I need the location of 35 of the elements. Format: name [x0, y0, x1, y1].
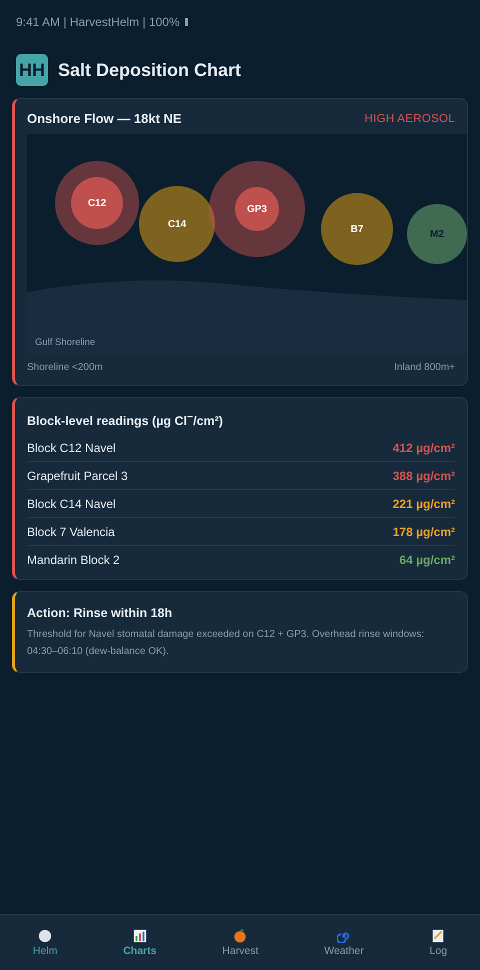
nav-tab[interactable]: Weather: [320, 928, 368, 956]
page-title: Salt Deposition Chart: [58, 60, 242, 80]
battery-icon: [184, 18, 188, 26]
reading-value: 64 µg/cm²: [399, 552, 455, 567]
bar-chart-icon: [132, 928, 147, 942]
block-name: Block C12 Navel: [27, 440, 116, 455]
axis-label: Inland 800m+: [394, 362, 455, 373]
nav-tab[interactable]: Log: [426, 928, 452, 956]
fruit-icon: [233, 928, 248, 942]
nav-tab[interactable]: Charts: [119, 928, 160, 956]
app-logo: HH: [16, 54, 48, 86]
reading-value: 178 µg/cm²: [392, 524, 455, 539]
status-text: 9:41 AM | HarvestHelm | 100%: [16, 15, 180, 29]
reading-value: 388 µg/cm²: [392, 468, 455, 483]
card-title: Action: Rinse within 18h: [27, 606, 174, 620]
card-title: Block-level readings (µg Cl$^{−}$/cm²): [27, 412, 224, 428]
axis-label: Shoreline <200m: [27, 362, 103, 373]
deposition-bubble: GP3: [209, 161, 305, 257]
reading-value: 412 µg/cm²: [392, 440, 455, 455]
notepad-icon: [431, 928, 446, 942]
nav-tab[interactable]: Harvest: [218, 928, 262, 956]
nav-tab[interactable]: Helm: [28, 928, 62, 956]
deposition-bubble: C12: [55, 161, 139, 245]
action-text: Threshold for Navel stomatal damage exceeded on C12 + GP3. Overhead rinse windows: 04:30–06:10 (dew-balance OK).: [27, 628, 426, 660]
block-name: Mandarin Block 2: [27, 552, 120, 567]
block-name: Block C14 Navel: [27, 496, 116, 511]
block-name: Block 7 Valencia: [27, 524, 115, 539]
aerosol-level-label: HIGH AEROSOL: [364, 112, 455, 124]
reading-value: 221 µg/cm²: [392, 496, 455, 511]
card-title: Onshore Flow — 18kt NE: [27, 111, 182, 126]
block-name: Grapefruit Parcel 3: [27, 468, 128, 483]
deposition-bubble: M2: [407, 204, 467, 264]
deposition-bubble: C14: [139, 186, 215, 262]
shore-label: Gulf Shoreline: [35, 337, 96, 348]
deposition-bubble: B7: [321, 193, 393, 265]
